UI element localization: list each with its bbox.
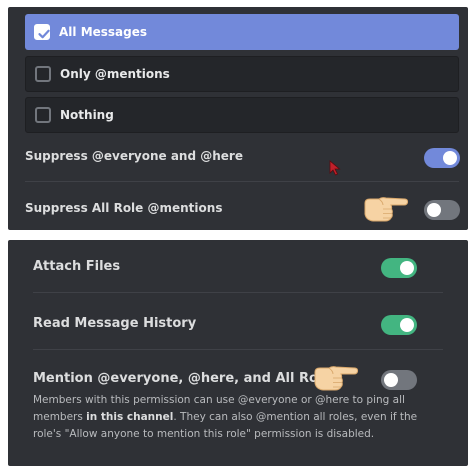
divider (25, 181, 459, 182)
mouse-cursor-icon (329, 160, 341, 176)
option-label: Only @mentions (60, 67, 170, 81)
toggle-knob (384, 373, 398, 387)
mention-everyone-label: Mention @everyone, @here, and All Roles (33, 371, 339, 386)
suppress-everyone-toggle[interactable] (424, 148, 460, 168)
option-all-messages[interactable]: All Messages (25, 14, 459, 50)
option-label: Nothing (60, 108, 114, 122)
suppress-roles-label: Suppress All Role @mentions (25, 201, 223, 215)
channel-permissions-panel: Attach Files Read Message History Mentio… (8, 240, 468, 466)
attach-files-toggle[interactable] (381, 258, 417, 278)
read-history-toggle[interactable] (381, 315, 417, 335)
suppress-roles-toggle[interactable] (424, 200, 460, 220)
checkmark-icon (38, 29, 50, 39)
checkbox-unchecked[interactable] (35, 107, 51, 123)
description-emphasis: in this channel (86, 411, 174, 423)
checkbox-checked[interactable] (34, 24, 50, 40)
toggle-knob (400, 318, 414, 332)
divider (33, 292, 443, 293)
notification-settings-panel: All Messages Only @mentions Nothing Supp… (8, 7, 468, 230)
pointing-hand-icon (364, 197, 409, 222)
pointing-hand-icon (314, 366, 359, 391)
toggle-knob (427, 203, 441, 217)
attach-files-label: Attach Files (33, 259, 121, 274)
mention-everyone-toggle[interactable] (381, 370, 417, 390)
option-label: All Messages (59, 25, 148, 39)
suppress-everyone-label: Suppress @everyone and @here (25, 149, 243, 163)
toggle-knob (443, 151, 457, 165)
divider (33, 349, 443, 350)
mention-everyone-description: Members with this permission can use @ev… (33, 392, 433, 443)
toggle-knob (400, 261, 414, 275)
option-nothing[interactable]: Nothing (25, 97, 459, 133)
option-only-mentions[interactable]: Only @mentions (25, 56, 459, 92)
read-history-label: Read Message History (33, 316, 197, 331)
checkbox-unchecked[interactable] (35, 66, 51, 82)
